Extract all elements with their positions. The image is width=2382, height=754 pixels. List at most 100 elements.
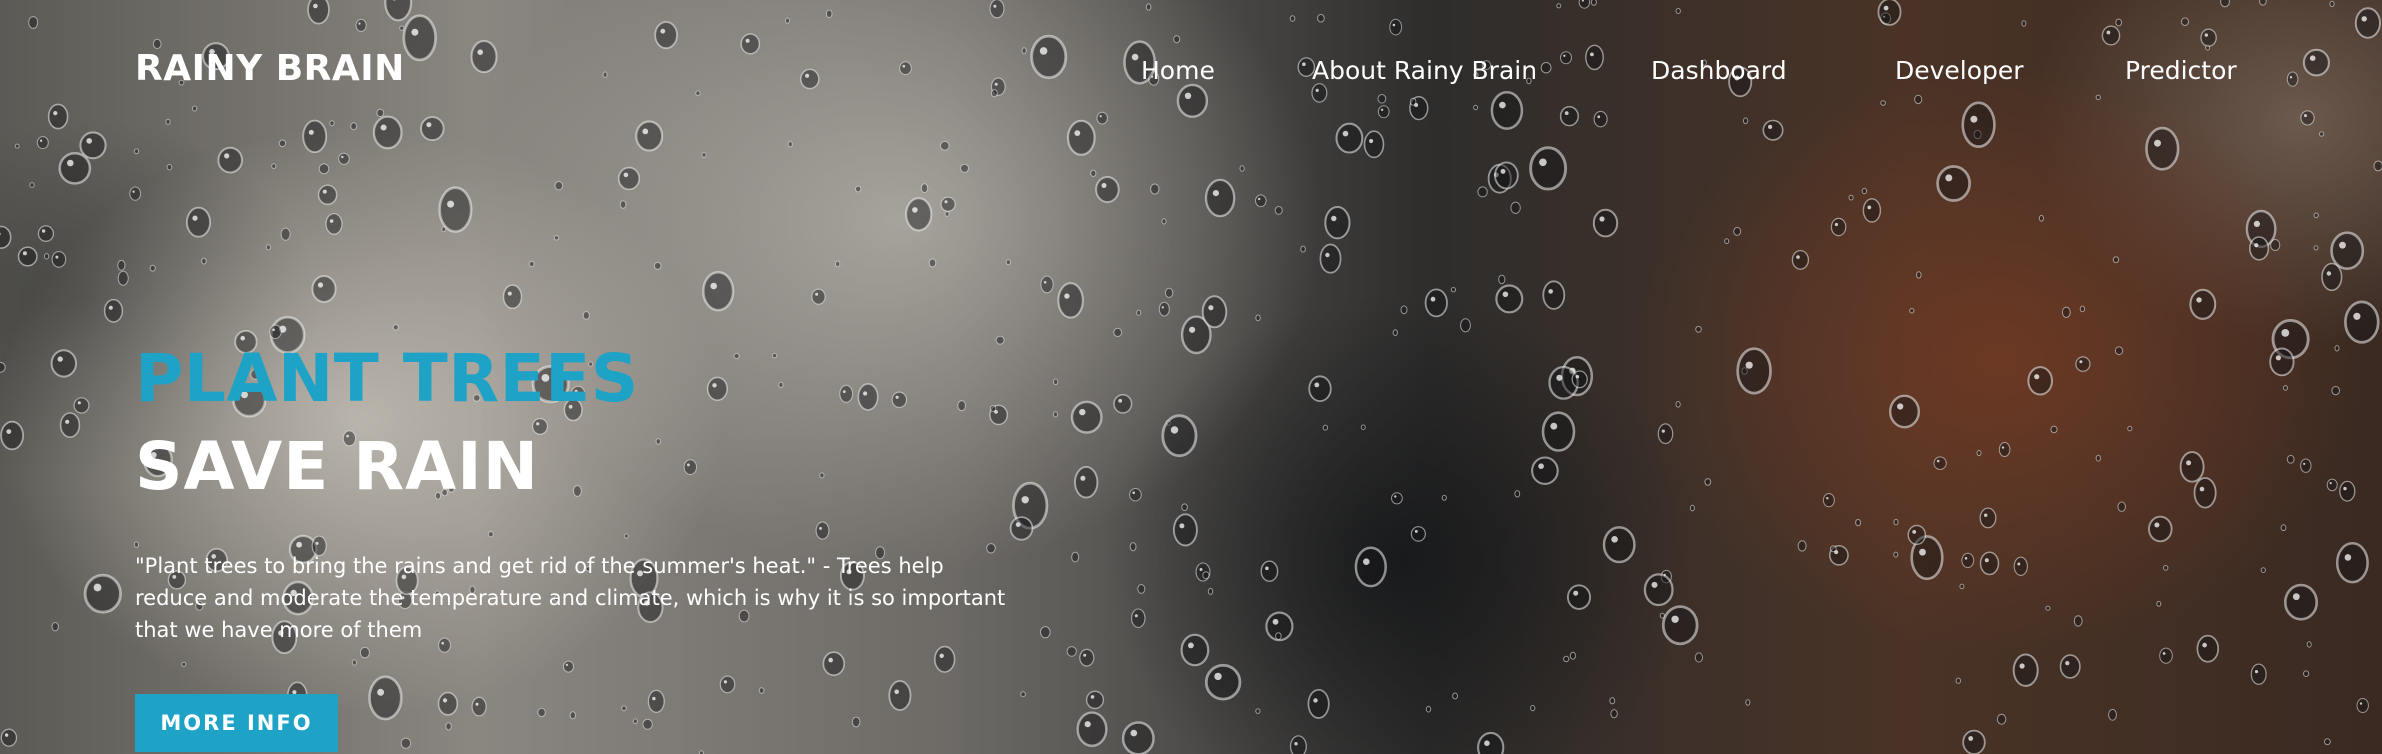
raindrop (1391, 492, 1403, 505)
raindrop-highlight (1272, 618, 1279, 625)
raindrop (2306, 641, 2312, 648)
raindrop (51, 251, 67, 268)
raindrop (1936, 165, 1971, 202)
raindrop (733, 352, 740, 360)
raindrop (1204, 178, 1236, 218)
raindrop-highlight (1671, 615, 1679, 623)
raindrop (1933, 456, 1947, 471)
raindrop (1531, 456, 1559, 485)
raindrop-highlight (2281, 329, 2290, 337)
raindrop-highlight (2343, 486, 2347, 491)
raindrop (778, 381, 784, 388)
raindrop (2156, 600, 2162, 607)
raindrop-highlight (1502, 291, 1509, 298)
raindrop (2148, 515, 2173, 543)
raindrop (819, 472, 825, 479)
raindrop-highlight (2202, 642, 2207, 648)
raindrop (719, 675, 736, 694)
raindrop (1495, 284, 1524, 314)
raindrop (437, 691, 459, 716)
raindrop-highlight (1984, 558, 1989, 563)
raindrop-highlight (1021, 496, 1029, 504)
nav-item-about[interactable]: About Rainy Brain (1312, 56, 1537, 85)
raindrop (1661, 605, 1699, 646)
raindrop (166, 164, 173, 171)
raindrop-highlight (1080, 475, 1086, 481)
nav-item-home[interactable]: Home (1141, 56, 1215, 85)
raindrop-highlight (1189, 326, 1196, 333)
raindrop-highlight (1079, 408, 1086, 416)
raindrop-highlight (2186, 460, 2192, 466)
raindrop (338, 152, 350, 165)
raindrop (1979, 551, 2000, 576)
raindrop-highlight (22, 251, 27, 256)
nav-item-developer[interactable]: Developer (1895, 56, 2024, 85)
raindrop (2061, 306, 2071, 318)
raindrop (58, 151, 92, 185)
raindrop-highlight (296, 541, 302, 548)
raindrop (1745, 699, 1751, 706)
raindrop (1274, 206, 1283, 215)
raindrop-highlight (1394, 495, 1397, 498)
nav-item-dashboard[interactable]: Dashboard (1651, 56, 1787, 85)
raindrop (1255, 314, 1261, 322)
raindrop (855, 185, 862, 193)
raindrop-highlight (2329, 482, 2332, 485)
raindrop (642, 718, 653, 730)
raindrop (1855, 518, 1862, 527)
raindrop (2286, 454, 2295, 464)
raindrop (1909, 308, 1915, 314)
raindrop (2280, 524, 2287, 532)
raindrop-highlight (55, 255, 59, 259)
raindrop (2321, 262, 2343, 292)
raindrop (2324, 738, 2331, 746)
raindrop (83, 573, 122, 614)
raindrop (2127, 425, 2133, 432)
raindrop (1255, 194, 1267, 208)
raindrop (2108, 708, 2117, 721)
raindrop (940, 196, 956, 212)
raindrop (1204, 663, 1242, 701)
raindrop (1542, 280, 1566, 310)
raindrop (2112, 256, 2120, 264)
raindrop (2179, 451, 2205, 483)
raindrop-highlight (132, 190, 135, 193)
raindrop-highlight (723, 680, 728, 684)
raindrop (129, 186, 142, 201)
raindrop-highlight (1867, 205, 1872, 210)
raindrop-highlight (863, 391, 868, 396)
raindrop (569, 711, 576, 720)
raindrop (0, 420, 25, 451)
raindrop (1657, 423, 1674, 445)
raindrop (149, 264, 156, 272)
raindrop (2196, 634, 2220, 663)
raindrop-highlight (108, 305, 113, 310)
raindrop (1643, 573, 1674, 607)
raindrop (1308, 375, 1332, 403)
raindrop (701, 151, 707, 158)
raindrop (1158, 301, 1170, 317)
raindrop (43, 253, 50, 260)
raindrop-highlight (536, 422, 540, 426)
raindrop (2260, 567, 2266, 573)
raindrop (2313, 212, 2319, 219)
raindrop-highlight (2154, 522, 2160, 528)
raindrop-highlight (1500, 168, 1506, 174)
raindrop (995, 335, 1005, 345)
raindrop-highlight (192, 215, 198, 221)
raindrop (351, 659, 357, 666)
raindrop-highlight (2019, 663, 2025, 669)
raindrop (2075, 356, 2091, 372)
raindrop-highlight (1834, 222, 1838, 227)
raindrop (359, 646, 370, 659)
raindrop (2313, 245, 2319, 251)
raindrop-highlight (1043, 281, 1047, 284)
raindrop (1541, 411, 1576, 452)
raindrop-highlight (1575, 375, 1580, 379)
brand-logo[interactable]: RAINY BRAIN (135, 48, 405, 89)
raindrop-highlight (1161, 306, 1164, 309)
raindrop (1322, 424, 1329, 431)
raindrop (1239, 165, 1245, 172)
more-info-button[interactable]: MORE INFO (135, 694, 338, 752)
nav-item-predictor[interactable]: Predictor (2125, 56, 2237, 85)
